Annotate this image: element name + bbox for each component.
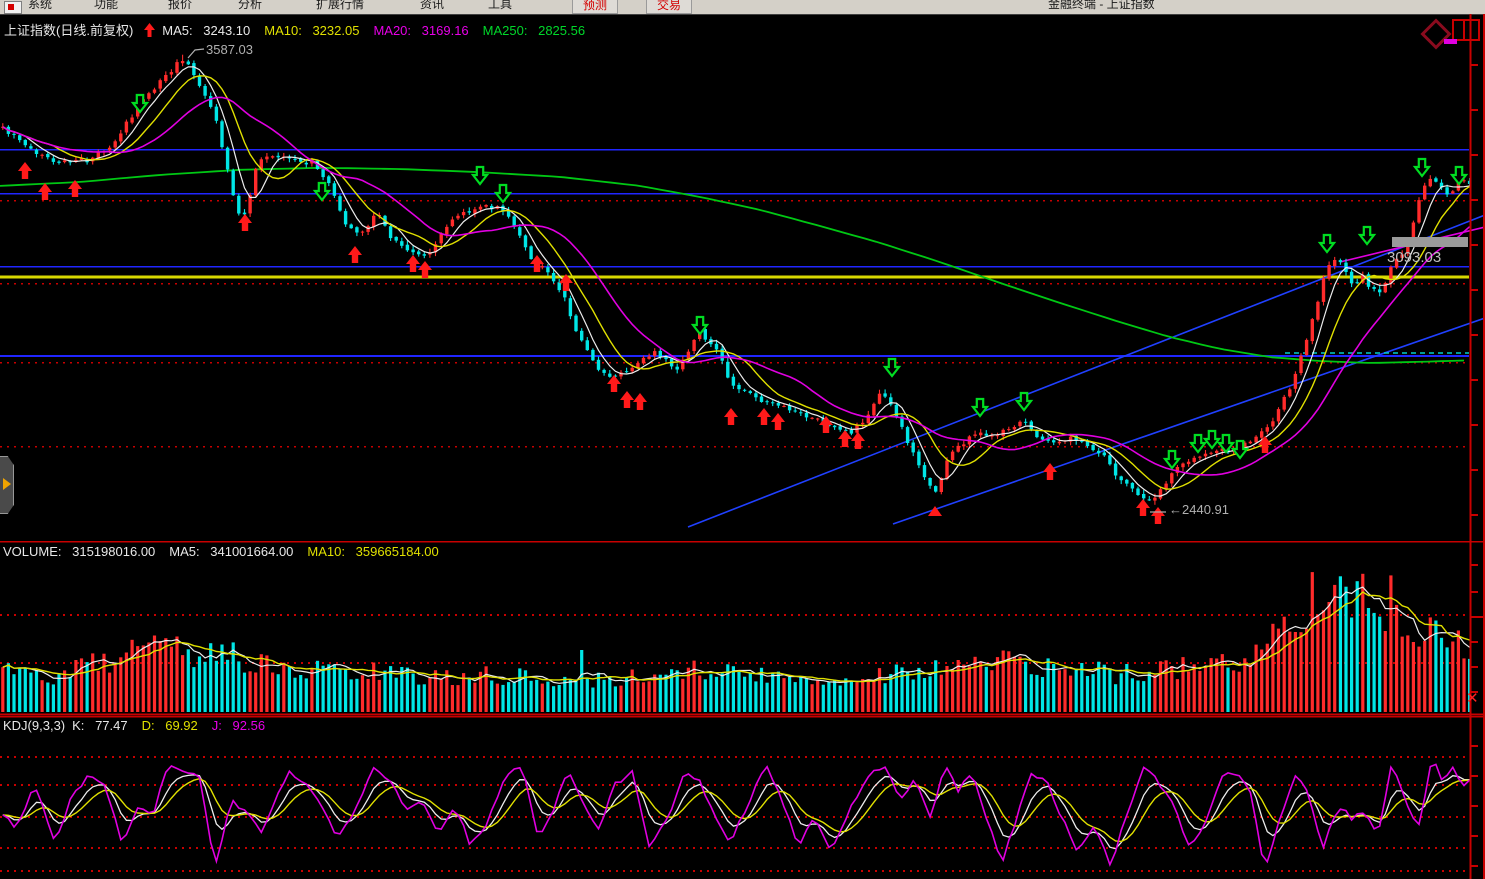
- d-label: D:: [142, 718, 155, 733]
- ma5-label: MA5:: [162, 23, 192, 38]
- last-price-annotation: 3093.03: [1387, 249, 1441, 266]
- symbol-title: 上证指数(日线.前复权): [4, 23, 133, 38]
- menu-button-forecast[interactable]: 预测: [572, 0, 618, 14]
- ma250-label: MA250:: [483, 23, 528, 38]
- window-title: 金融终端 - 上证指数: [1048, 0, 1155, 12]
- volume-chart[interactable]: [0, 541, 1485, 716]
- ma5-value: 3243.10: [203, 23, 250, 38]
- vol-ma5-value: 341001664.00: [210, 544, 293, 559]
- ma10-value: 3232.05: [312, 23, 359, 38]
- vol-ma10-value: 359665184.00: [356, 544, 439, 559]
- vol-ma5-label: MA5:: [169, 544, 199, 559]
- menu-item-quotes[interactable]: 报价: [168, 0, 192, 13]
- window-split-icon[interactable]: [1452, 19, 1480, 41]
- menubar: 系统 功能 报价 分析 扩展行情 资讯 工具 预测 交易 金融终端 - 上证指数: [0, 0, 1485, 15]
- main-price-chart[interactable]: [0, 14, 1485, 541]
- expand-arrow-icon: [3, 478, 11, 490]
- close-icon[interactable]: ✕: [1466, 691, 1479, 707]
- j-value: 92.56: [233, 718, 266, 733]
- volume-value: 315198016.00: [72, 544, 155, 559]
- kdj-header: KDJ(9,3,3) K: 77.47 D: 69.92 J: 92.56: [3, 718, 279, 733]
- kdj-chart[interactable]: [0, 716, 1485, 879]
- menu-item-analysis[interactable]: 分析: [238, 0, 262, 13]
- sidebar-expand-tab[interactable]: [0, 456, 14, 514]
- k-value: 77.47: [95, 718, 128, 733]
- vol-ma10-label: MA10:: [307, 544, 345, 559]
- peak-price-annotation: 3587.03: [206, 42, 253, 57]
- menu-item-tools[interactable]: 工具: [488, 0, 512, 13]
- ma10-label: MA10:: [264, 23, 302, 38]
- trading-terminal: 系统 功能 报价 分析 扩展行情 资讯 工具 预测 交易 金融终端 - 上证指数…: [0, 0, 1485, 879]
- menu-item-system[interactable]: 系统: [28, 0, 52, 13]
- k-label: K:: [72, 718, 84, 733]
- app-icon: [4, 1, 22, 14]
- up-arrow-icon: [144, 23, 155, 40]
- ma20-value: 3169.16: [422, 23, 469, 38]
- j-label: J:: [212, 718, 222, 733]
- ma250-value: 2825.56: [538, 23, 585, 38]
- menu-item-news[interactable]: 资讯: [420, 0, 444, 13]
- trough-price-annotation: ←2440.91: [1169, 502, 1229, 517]
- kdj-indicator-label: KDJ(9,3,3): [3, 718, 65, 733]
- menu-item-extended[interactable]: 扩展行情: [316, 0, 364, 13]
- d-value: 69.92: [165, 718, 198, 733]
- volume-header: VOLUME: 315198016.00 MA5: 341001664.00 MA1…: [3, 544, 453, 559]
- volume-label: VOLUME:: [3, 544, 62, 559]
- ma20-label: MA20:: [373, 23, 411, 38]
- magenta-marker: [1444, 39, 1457, 44]
- menu-button-trade[interactable]: 交易: [646, 0, 692, 14]
- menu-item-function[interactable]: 功能: [94, 0, 118, 13]
- main-chart-header: 上证指数(日线.前复权) MA5: 3243.10 MA10: 3232.05 MA2…: [4, 20, 599, 40]
